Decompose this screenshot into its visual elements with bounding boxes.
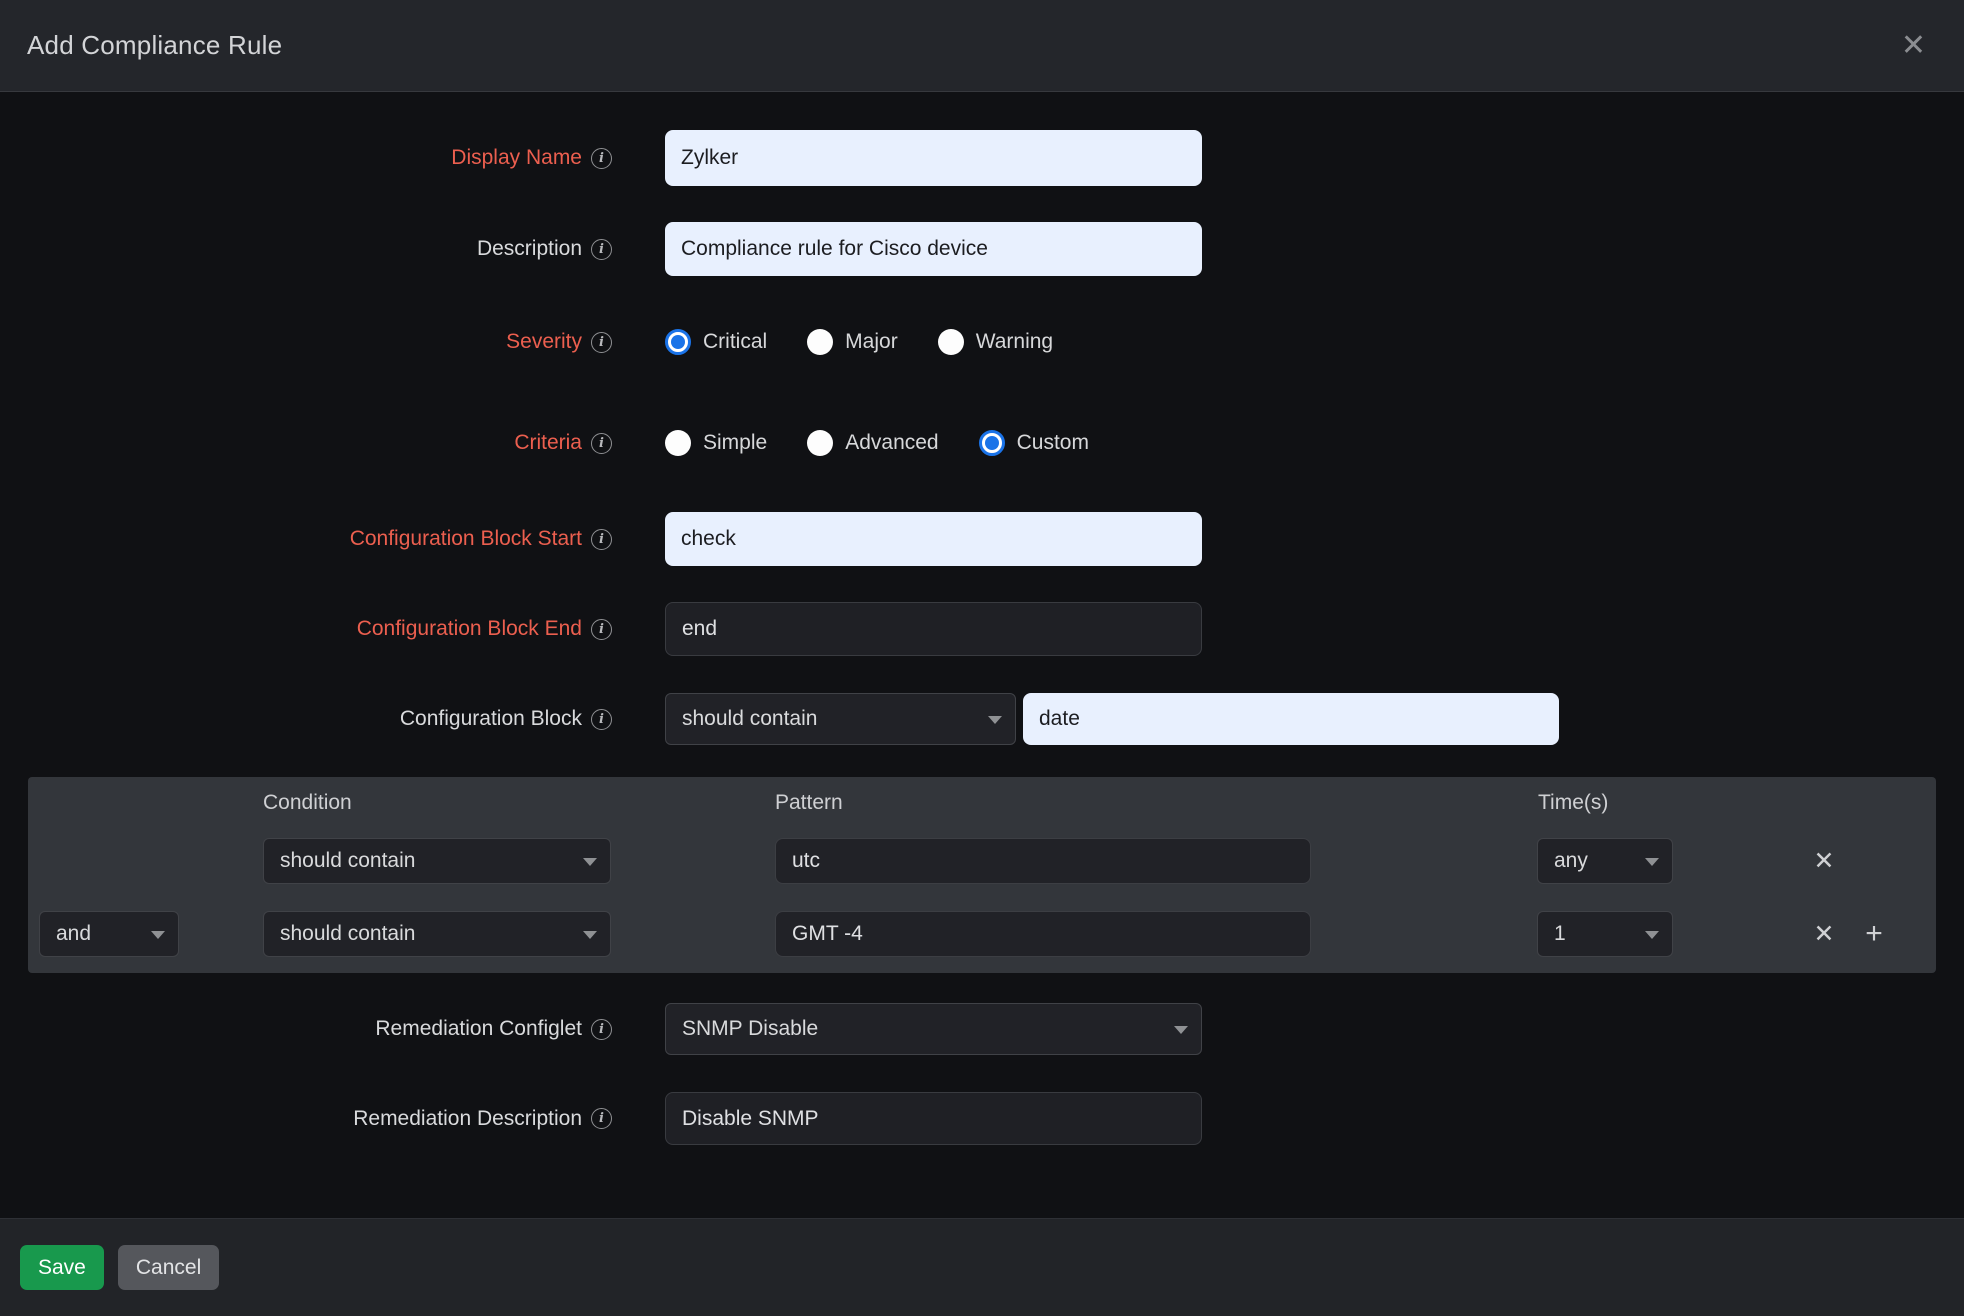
config-block-end-row: Configuration Block End i (0, 602, 1964, 656)
criteria-label: Criteria i (0, 431, 612, 455)
display-name-row: Display Name i (0, 130, 1964, 186)
config-block-start-label: Configuration Block Start i (0, 527, 612, 551)
config-block-start-row: Configuration Block Start i (0, 512, 1964, 566)
cancel-button[interactable]: Cancel (118, 1245, 219, 1290)
save-button[interactable]: Save (20, 1245, 104, 1290)
description-row: Description i (0, 222, 1964, 276)
radio-selected-icon[interactable] (979, 430, 1005, 456)
row1-pattern-input[interactable] (775, 838, 1311, 884)
column-header-times: Time(s) (1538, 791, 1608, 815)
row2-pattern-input[interactable] (775, 911, 1311, 957)
severity-row: Severity i Critical Major Warning (0, 316, 1964, 368)
row2-add-icon[interactable]: + (1854, 911, 1894, 957)
row2-join-select[interactable]: and (39, 911, 179, 957)
radio-unselected-icon[interactable] (665, 430, 691, 456)
config-block-start-input[interactable] (665, 512, 1202, 566)
caret-down-icon (1645, 931, 1659, 939)
criteria-row: Criteria i Simple Advanced Custom (0, 417, 1964, 469)
caret-down-icon (1645, 858, 1659, 866)
criteria-radio-group: Simple Advanced Custom (665, 430, 1089, 456)
radio-selected-icon[interactable] (665, 329, 691, 355)
radio-unselected-icon[interactable] (938, 329, 964, 355)
remediation-description-input[interactable] (665, 1092, 1202, 1145)
info-icon[interactable]: i (591, 1019, 612, 1040)
description-label: Description i (0, 237, 612, 261)
config-block-pattern-input[interactable] (1023, 693, 1559, 745)
row1-remove-icon[interactable]: ✕ (1804, 838, 1844, 884)
dialog-footer: Save Cancel (0, 1218, 1964, 1316)
remediation-configlet-row: Remediation Configlet i SNMP Disable (0, 1003, 1964, 1055)
radio-severity-warning[interactable]: Warning (938, 329, 1053, 355)
column-header-pattern: Pattern (775, 791, 843, 815)
info-icon[interactable]: i (591, 332, 612, 353)
caret-down-icon (988, 716, 1002, 724)
info-icon[interactable]: i (591, 1108, 612, 1129)
column-header-condition: Condition (263, 791, 352, 815)
radio-criteria-advanced[interactable]: Advanced (807, 430, 938, 456)
info-icon[interactable]: i (591, 148, 612, 169)
conditions-table: Condition Pattern Time(s) should contain… (28, 777, 1936, 973)
description-input[interactable] (665, 222, 1202, 276)
caret-down-icon (583, 858, 597, 866)
dialog-title: Add Compliance Rule (27, 30, 282, 61)
info-icon[interactable]: i (591, 239, 612, 260)
config-block-end-input[interactable] (665, 602, 1202, 656)
config-block-end-label: Configuration Block End i (0, 617, 612, 641)
severity-label: Severity i (0, 330, 612, 354)
radio-criteria-custom[interactable]: Custom (979, 430, 1089, 456)
config-block-row: Configuration Block i should contain (0, 693, 1964, 745)
info-icon[interactable]: i (591, 433, 612, 454)
row2-times-select[interactable]: 1 (1537, 911, 1673, 957)
severity-radio-group: Critical Major Warning (665, 329, 1053, 355)
info-icon[interactable]: i (591, 529, 612, 550)
row1-times-select[interactable]: any (1537, 838, 1673, 884)
radio-severity-major[interactable]: Major (807, 329, 898, 355)
caret-down-icon (1174, 1026, 1188, 1034)
config-block-condition-select[interactable]: should contain (665, 693, 1016, 745)
display-name-label: Display Name i (0, 146, 612, 170)
radio-unselected-icon[interactable] (807, 430, 833, 456)
info-icon[interactable]: i (591, 709, 612, 730)
radio-severity-critical[interactable]: Critical (665, 329, 767, 355)
row1-condition-select[interactable]: should contain (263, 838, 611, 884)
remediation-configlet-select[interactable]: SNMP Disable (665, 1003, 1202, 1055)
config-block-label: Configuration Block i (0, 707, 612, 731)
info-icon[interactable]: i (591, 619, 612, 640)
radio-criteria-simple[interactable]: Simple (665, 430, 767, 456)
row2-condition-select[interactable]: should contain (263, 911, 611, 957)
display-name-input[interactable] (665, 130, 1202, 186)
remediation-description-row: Remediation Description i (0, 1092, 1964, 1145)
remediation-description-label: Remediation Description i (0, 1107, 612, 1131)
dialog-header: Add Compliance Rule ✕ (0, 0, 1964, 92)
remediation-configlet-label: Remediation Configlet i (0, 1017, 612, 1041)
row2-remove-icon[interactable]: ✕ (1804, 911, 1844, 957)
caret-down-icon (151, 931, 165, 939)
close-icon[interactable]: ✕ (1897, 27, 1930, 65)
radio-unselected-icon[interactable] (807, 329, 833, 355)
caret-down-icon (583, 931, 597, 939)
